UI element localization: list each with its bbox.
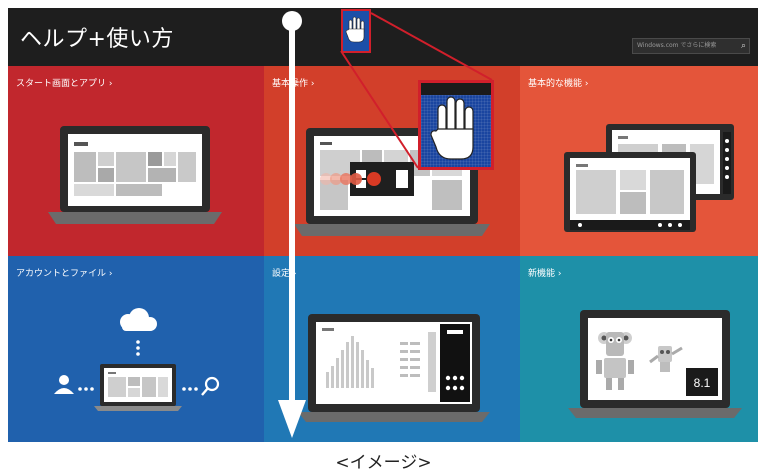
tile-settings[interactable]: 設定 › (264, 256, 520, 442)
search-icon[interactable]: ⌕ (741, 40, 746, 52)
tile-new-features[interactable]: 新機能 › 8.1 (520, 256, 758, 442)
image-caption: <イメージ> (335, 453, 432, 473)
user-icon (54, 375, 74, 394)
laptop-illustration (48, 126, 222, 224)
laptop-illustration (298, 314, 490, 422)
top-bar: ヘルプ+使い方 Windows.com でさらに検索 ⌕ (8, 8, 758, 66)
laptop-illustration: 8.1 (568, 310, 742, 418)
search-input[interactable]: Windows.com でさらに検索 ⌕ (632, 38, 750, 54)
search-placeholder: Windows.com でさらに検索 (637, 42, 717, 49)
hand-cursor-icon (345, 16, 365, 43)
app-title: ヘルプ+使い方 (20, 27, 174, 52)
hand-cursor-zoom (418, 80, 494, 170)
hand-cursor-icon (430, 96, 474, 160)
hand-cursor-highlight (341, 9, 371, 53)
tile-start-screen-apps[interactable]: スタート画面とアプリ › (8, 66, 264, 256)
version-badge: 8.1 (694, 376, 711, 390)
accounts-illustration (54, 308, 220, 411)
two-screens-illustration (564, 124, 734, 232)
cloud-icon (120, 308, 157, 331)
magnifier-icon (201, 376, 220, 396)
tile-basic-features[interactable]: 基本的な機能 › (520, 66, 758, 256)
help-app-screen: ヘルプ+使い方 Windows.com でさらに検索 ⌕ スタート画面とアプリ … (8, 8, 758, 442)
tile-accounts-files[interactable]: アカウントとファイル › (8, 256, 264, 442)
